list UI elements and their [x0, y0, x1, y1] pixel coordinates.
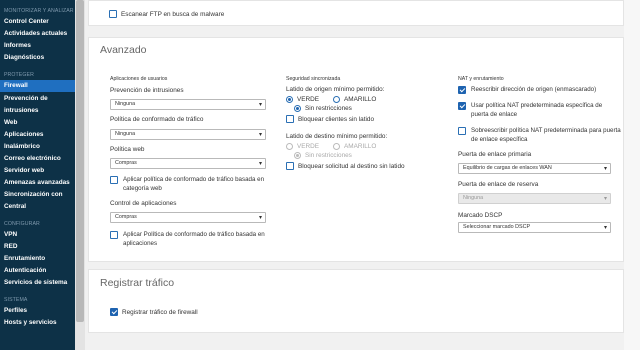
sidebar-section-system: SISTEMA [4, 297, 28, 303]
dest-green-radio[interactable] [286, 143, 293, 150]
block-dest-checkbox[interactable] [286, 162, 294, 170]
source-none-label: Sin restricciones [305, 105, 352, 112]
sidebar-item-system-services[interactable]: Servicios de sistema [0, 277, 75, 289]
heartbeat-heading: Seguridad sincronizada [286, 76, 341, 82]
block-no-heartbeat-checkbox[interactable] [286, 115, 294, 123]
block-no-heartbeat-label: Bloquear clientes sin latido [298, 115, 375, 123]
sidebar-item-diagnostics[interactable]: Diagnósticos [0, 52, 75, 64]
traffic-policy-select[interactable]: Ninguna ▾ [110, 129, 266, 140]
primary-gateway-value: Equilibrio de cargas de enlaces WAN [463, 165, 552, 171]
logging-card: Registrar tráfico Registrar tráfico de f… [88, 269, 624, 333]
dscp-select[interactable]: Seleccionar marcado DSCP ▾ [458, 222, 611, 233]
ips-select-value: Ninguna [115, 101, 136, 107]
source-none-radio[interactable] [294, 105, 301, 112]
sidebar-item-central-sync[interactable]: Sincronización con Central [0, 189, 75, 213]
sidebar-item-applications[interactable]: Aplicaciones [0, 129, 75, 141]
sidebar-item-advanced-threats[interactable]: Amenazas avanzadas [0, 177, 75, 189]
web-policy-select-value: Compras [115, 160, 137, 166]
sidebar-item-network[interactable]: RED [0, 241, 75, 253]
dest-green-label: VERDE [297, 143, 320, 150]
backup-gateway-value: Ninguna [463, 195, 484, 201]
chevron-down-icon: ▾ [258, 215, 262, 221]
apply-web-category-checkbox[interactable] [110, 176, 118, 184]
apply-app-checkbox[interactable] [110, 231, 118, 239]
sidebar-item-hosts-services[interactable]: Hosts y servicios [0, 317, 75, 329]
traffic-policy-label: Política de conformado de tráfico [110, 116, 204, 123]
sidebar-scrollbar[interactable] [75, 0, 85, 350]
apply-web-category-label: Aplicar política de conformado de tráfic… [123, 176, 265, 192]
sidebar-nav: MONITORIZAR Y ANALIZAR Control Center Ac… [0, 0, 75, 350]
ips-select[interactable]: Ninguna ▾ [110, 99, 266, 110]
chevron-down-icon: ▾ [258, 132, 262, 138]
traffic-policy-select-value: Ninguna [115, 131, 136, 137]
sidebar-item-current-activities[interactable]: Actividades actuales [0, 28, 75, 40]
sidebar-section-configure: CONFIGURAR [4, 221, 40, 227]
source-yellow-radio[interactable] [333, 96, 340, 103]
dscp-label: Marcado DSCP [458, 212, 503, 219]
dest-yellow-label: AMARILLO [344, 143, 377, 150]
sidebar-section-monitor: MONITORIZAR Y ANALIZAR [4, 8, 74, 14]
web-policy-select[interactable]: Compras ▾ [110, 158, 266, 169]
app-control-select-value: Compras [115, 214, 137, 220]
sidebar-item-wireless[interactable]: Inalámbrico [0, 141, 75, 153]
logging-title: Registrar tráfico [100, 277, 175, 289]
sidebar-item-email[interactable]: Correo electrónico [0, 153, 75, 165]
web-policy-label: Política web [110, 146, 145, 153]
sidebar-item-profiles[interactable]: Perfiles [0, 305, 75, 317]
sidebar-item-web[interactable]: Web [0, 117, 75, 129]
user-apps-heading: Aplicaciones de usuarios [110, 76, 168, 82]
primary-gateway-label: Puerta de enlace primaria [458, 151, 532, 158]
source-heartbeat-label: Latido de origen mínimo permitido: [286, 86, 385, 93]
dest-yellow-radio[interactable] [333, 143, 340, 150]
ips-label: Prevención de intrusiones [110, 87, 184, 94]
sidebar-item-routing[interactable]: Enrutamiento [0, 253, 75, 265]
sidebar-item-firewall[interactable]: Firewall [0, 80, 75, 92]
sidebar-section-protect: PROTEGER [4, 72, 34, 78]
backup-gateway-select[interactable]: Ninguna ▾ [458, 193, 611, 204]
rewrite-source-label: Reescribir dirección de origen (enmascar… [471, 86, 597, 93]
page-edge [624, 0, 640, 350]
default-nat-checkbox[interactable] [458, 102, 466, 110]
default-nat-label: Usar política NAT predeterminada específ… [471, 102, 603, 118]
sidebar-scrollbar-thumb[interactable] [76, 0, 84, 322]
source-green-label: VERDE [297, 96, 320, 103]
dest-none-label: Sin restricciones [305, 152, 352, 159]
dest-heartbeat-label: Latido de destino mínimo permitido: [286, 133, 388, 140]
sidebar-item-reports[interactable]: Informes [0, 40, 75, 52]
sidebar-item-control-center[interactable]: Control Center [0, 16, 75, 28]
nat-heading: NAT y enrutamiento [458, 76, 504, 82]
scan-ftp-checkbox[interactable] [109, 10, 117, 18]
apply-app-label: Aplicar Política de conformado de tráfic… [123, 231, 265, 247]
advanced-title: Avanzado [100, 44, 147, 56]
source-green-radio[interactable] [286, 96, 293, 103]
app-control-label: Control de aplicaciones [110, 200, 177, 207]
chevron-down-icon: ▾ [603, 225, 607, 231]
override-nat-checkbox[interactable] [458, 127, 466, 135]
advanced-card: Avanzado Aplicaciones de usuarios Preven… [88, 37, 624, 262]
log-firewall-checkbox[interactable] [110, 308, 118, 316]
sidebar-item-ips[interactable]: Prevención de intrusiones [0, 92, 75, 117]
rewrite-source-checkbox[interactable] [458, 86, 466, 94]
dscp-select-value: Seleccionar marcado DSCP [463, 224, 531, 230]
chevron-down-icon: ▾ [603, 166, 607, 172]
backup-gateway-label: Puerta de enlace de reserva [458, 181, 539, 188]
sidebar-item-authentication[interactable]: Autenticación [0, 265, 75, 277]
override-nat-label: Sobreescribir política NAT predeterminad… [471, 127, 621, 143]
sidebar-item-web-server[interactable]: Servidor web [0, 165, 75, 177]
dest-none-radio[interactable] [294, 152, 301, 159]
chevron-down-icon: ▾ [603, 196, 607, 202]
malware-scan-card: Escanear FTP en busca de malware [88, 0, 624, 26]
log-firewall-label: Registrar tráfico de firewall [122, 308, 198, 316]
scan-ftp-label: Escanear FTP en busca de malware [121, 10, 225, 18]
chevron-down-icon: ▾ [258, 161, 262, 167]
app-control-select[interactable]: Compras ▾ [110, 212, 266, 223]
source-yellow-label: AMARILLO [344, 96, 377, 103]
sidebar-item-vpn[interactable]: VPN [0, 229, 75, 241]
primary-gateway-select[interactable]: Equilibrio de cargas de enlaces WAN ▾ [458, 163, 611, 174]
block-dest-label: Bloquear solicitud al destino sin latido [298, 162, 405, 170]
chevron-down-icon: ▾ [258, 102, 262, 108]
